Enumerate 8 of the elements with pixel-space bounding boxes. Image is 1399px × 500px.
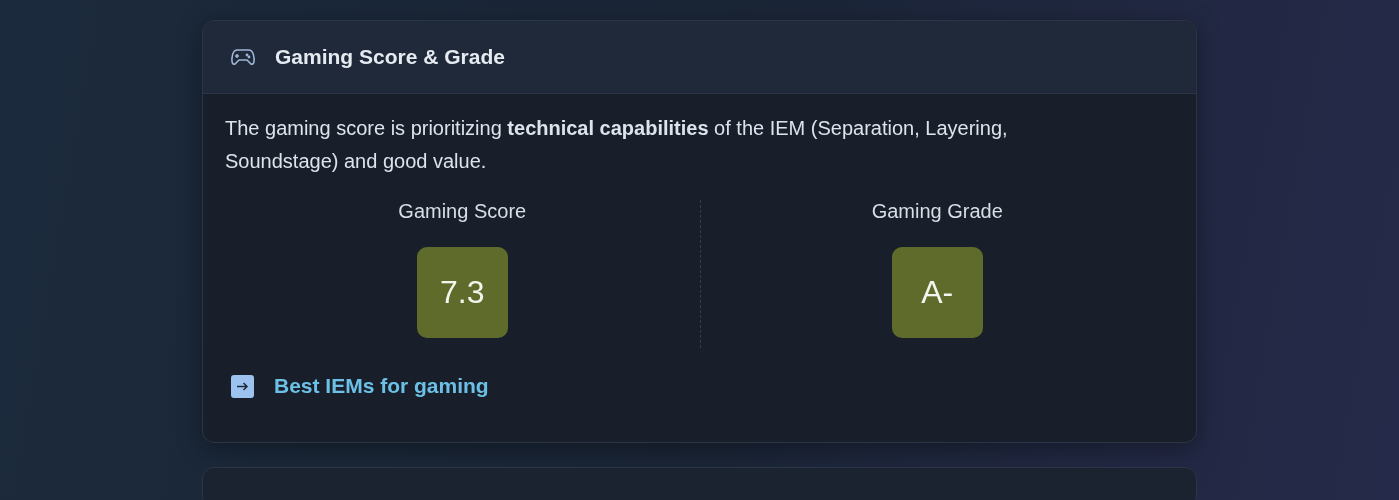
description: The gaming score is prioritizing technical capabilities of the IEM (Separation, Layering, Soundstage) and good value.: [225, 116, 1009, 174]
metric-value: A-: [891, 247, 983, 338]
metric-label: Gaming Grade: [871, 200, 1003, 223]
gaming-link[interactable]: Best IEMs for gaming: [274, 374, 489, 398]
metric-label: Gaming Score: [398, 200, 527, 223]
card-title: Gaming Score & Grade: [275, 45, 505, 69]
gamepad-icon: [231, 48, 255, 66]
metric-value: 7.3: [416, 247, 508, 338]
